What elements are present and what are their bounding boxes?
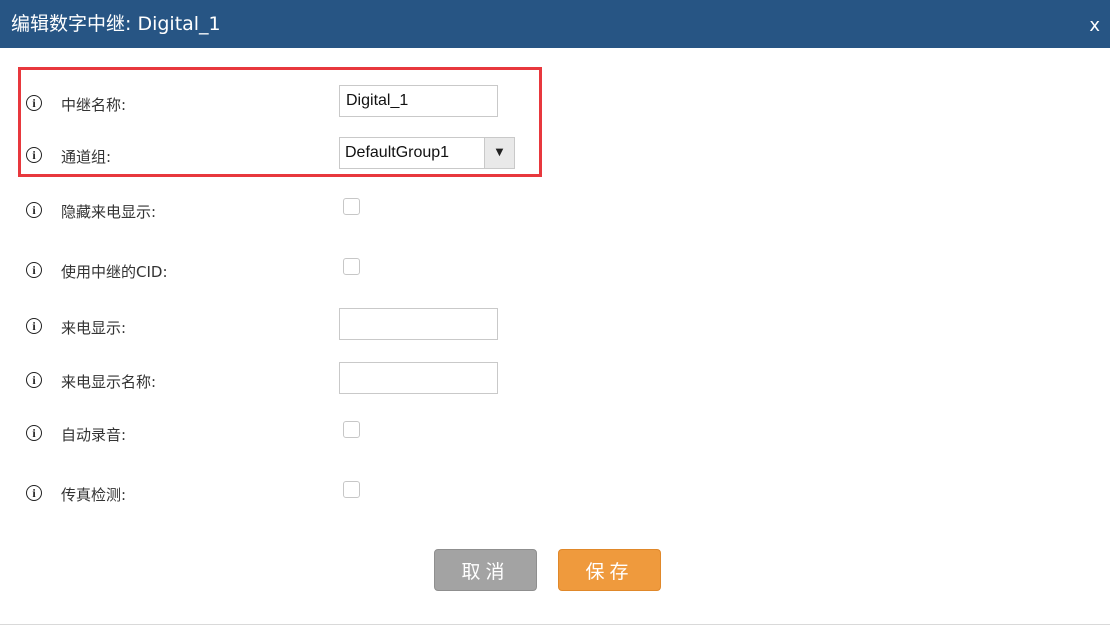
- dialog-titlebar: 编辑数字中继: Digital_1 x: [0, 0, 1110, 48]
- fax-detect-checkbox[interactable]: [343, 481, 360, 498]
- dialog-title: 编辑数字中继: Digital_1: [11, 13, 221, 35]
- caller-id-label: 来电显示:: [61, 319, 127, 337]
- use-trunk-cid-checkbox[interactable]: [343, 258, 360, 275]
- save-button[interactable]: 保存: [558, 549, 661, 591]
- field-row-caller-id: i 来电显示:: [0, 308, 1110, 346]
- channel-group-select[interactable]: DefaultGroup1 ▼: [339, 137, 515, 169]
- field-row-use-trunk-cid: i 使用中继的CID:: [0, 252, 1110, 290]
- field-row-auto-record: i 自动录音:: [0, 415, 1110, 453]
- info-icon[interactable]: i: [26, 425, 42, 441]
- field-row-caller-id-name: i 来电显示名称:: [0, 362, 1110, 400]
- hide-caller-id-label: 隐藏来电显示:: [61, 203, 157, 221]
- field-row-trunk-name: i 中继名称:: [0, 85, 1110, 123]
- channel-group-value: DefaultGroup1: [345, 144, 450, 161]
- channel-group-label: 通道组:: [61, 148, 112, 166]
- info-icon[interactable]: i: [26, 262, 42, 278]
- auto-record-label: 自动录音:: [61, 426, 127, 444]
- info-icon[interactable]: i: [26, 485, 42, 501]
- close-button[interactable]: x: [1089, 0, 1100, 52]
- info-icon[interactable]: i: [26, 147, 42, 163]
- field-row-channel-group: i 通道组: DefaultGroup1 ▼: [0, 137, 1110, 175]
- fax-detect-label: 传真检测:: [61, 486, 127, 504]
- field-row-hide-caller-id: i 隐藏来电显示:: [0, 192, 1110, 230]
- hide-caller-id-checkbox[interactable]: [343, 198, 360, 215]
- info-icon[interactable]: i: [26, 372, 42, 388]
- trunk-name-label: 中继名称:: [61, 96, 127, 114]
- caller-id-input[interactable]: [339, 308, 498, 340]
- caller-id-name-input[interactable]: [339, 362, 498, 394]
- caller-id-name-label: 来电显示名称:: [61, 373, 157, 391]
- auto-record-checkbox[interactable]: [343, 421, 360, 438]
- info-icon[interactable]: i: [26, 318, 42, 334]
- info-icon[interactable]: i: [26, 202, 42, 218]
- trunk-name-input[interactable]: [339, 85, 498, 117]
- cancel-button[interactable]: 取消: [434, 549, 537, 591]
- use-trunk-cid-label: 使用中继的CID:: [61, 263, 168, 281]
- info-icon[interactable]: i: [26, 95, 42, 111]
- field-row-fax-detect: i 传真检测:: [0, 475, 1110, 513]
- triangle-down-icon[interactable]: ▼: [484, 138, 514, 168]
